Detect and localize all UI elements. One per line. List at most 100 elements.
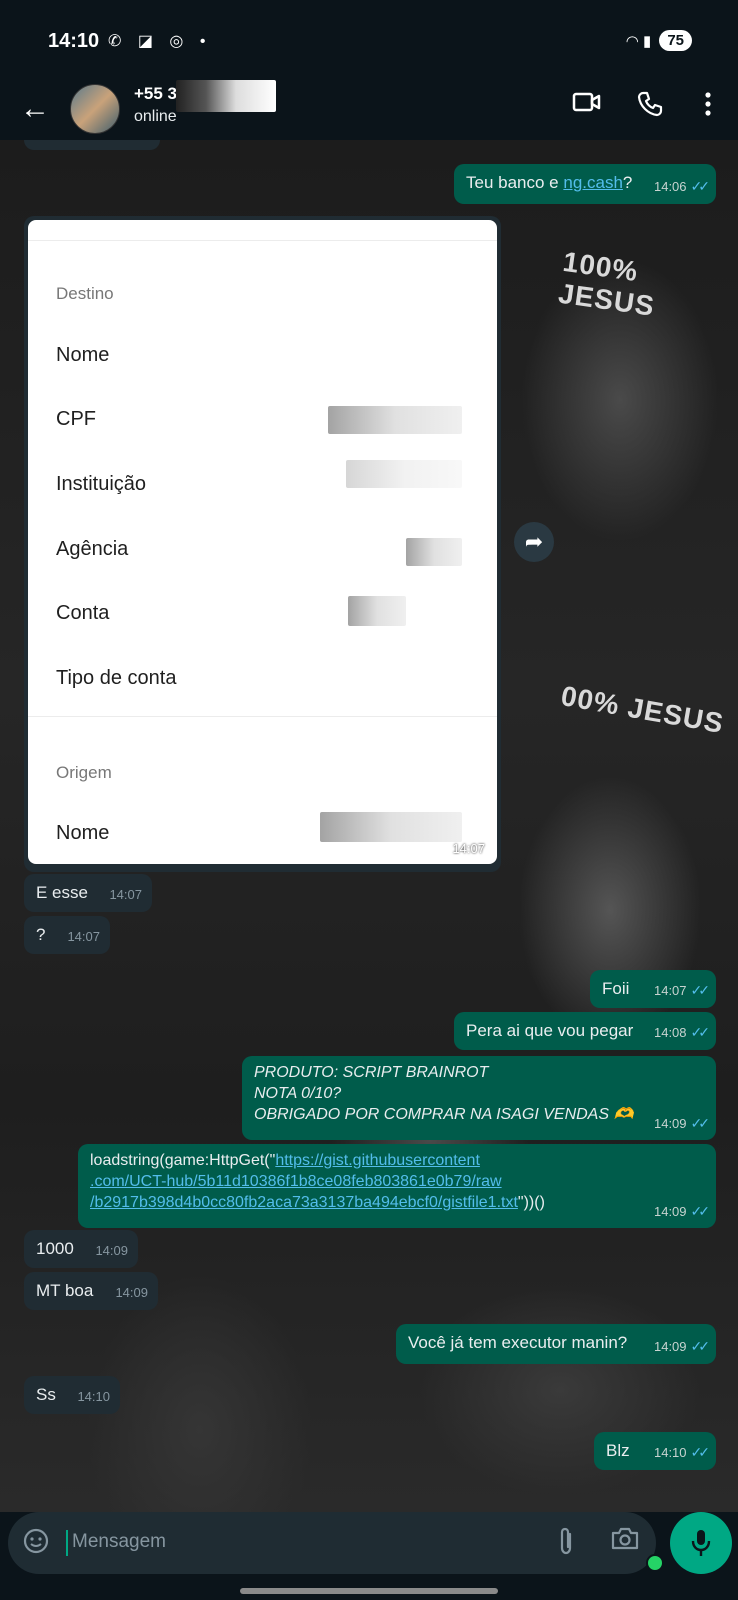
read-ticks-icon: ✓✓	[690, 1338, 711, 1354]
message-text: MT boa	[36, 1281, 94, 1300]
message-bubble-incoming[interactable]: ? 14:07	[24, 916, 110, 954]
message-meta: 14:09 ✓✓	[653, 1335, 711, 1358]
redacted-value	[346, 460, 462, 488]
contact-status: online	[134, 108, 177, 125]
message-text: "))()	[517, 1194, 545, 1211]
message-meta: 14:07 ✓✓	[653, 979, 711, 1002]
status-time: 14:10	[48, 30, 100, 52]
message-meta: 14:09 ✓✓	[653, 1201, 711, 1222]
message-bubble-incoming[interactable]: MT boa 14:09	[24, 1272, 158, 1310]
message-meta: 14:10 ✓✓	[653, 1441, 711, 1464]
wallpaper-decoration: 00% JESUS	[558, 679, 727, 740]
message-link[interactable]: ng.cash	[563, 173, 623, 192]
message-time: 14:10	[653, 1445, 687, 1460]
divider	[28, 240, 497, 241]
message-time: 14:07	[109, 887, 142, 902]
message-bubble-incoming[interactable]: Ss 14:10	[24, 1376, 120, 1414]
message-link[interactable]: /b2917b398d4b0cc80fb2aca73a3137ba494ebcf…	[90, 1194, 518, 1211]
message-time: 14:06	[653, 179, 687, 194]
message-text: Você já tem executor manin?	[408, 1333, 628, 1352]
message-input-bar: Mensagem	[8, 1512, 656, 1574]
chat-header: ← +55 3 online	[0, 80, 738, 140]
message-time: 14:09	[115, 1285, 148, 1300]
message-bubble-outgoing[interactable]: Blz 14:10 ✓✓	[594, 1432, 716, 1470]
message-text: ?	[36, 925, 46, 944]
contact-name[interactable]: +55 3	[134, 84, 177, 104]
status-bar: 14:10 ✆ ◪ ◎ • ◠ ▮ 75	[0, 0, 738, 84]
read-ticks-icon: ✓✓	[690, 1203, 711, 1219]
battery-level: 75	[659, 30, 692, 51]
redacted-value	[348, 596, 406, 626]
message-time: 14:09	[653, 1116, 687, 1131]
row-tipo-conta: Tipo de conta	[56, 667, 177, 689]
message-link[interactable]: https://gist.githubusercontent	[275, 1152, 480, 1169]
avatar[interactable]	[70, 84, 120, 134]
status-dot	[646, 1554, 664, 1572]
message-bubble-outgoing[interactable]: Foii 14:07 ✓✓	[590, 970, 716, 1008]
redacted-value	[328, 406, 462, 434]
chat-area[interactable]: 100% JESUS 00% JESUS Teu banco e ng.cash…	[0, 140, 738, 1512]
message-text: ?	[622, 173, 633, 192]
message-bubble-partial[interactable]	[24, 140, 160, 150]
section-origem: Origem	[56, 763, 112, 782]
message-link[interactable]: .com/UCT-hub/5b11d10386f1b8ce08feb803861…	[90, 1173, 502, 1190]
message-text: E esse	[36, 883, 88, 902]
message-text: loadstring(game:HttpGet("	[90, 1152, 276, 1169]
image-message[interactable]: Destino Nome CPF Instituição Agência Con…	[24, 216, 501, 872]
sticker-icon[interactable]	[22, 1527, 50, 1562]
message-line: NOTA 0/10?	[254, 1085, 342, 1102]
row-cpf: CPF	[56, 408, 96, 430]
phone-icon[interactable]	[636, 90, 664, 125]
message-time: 14:09	[653, 1339, 687, 1354]
message-time: 14:09	[95, 1243, 128, 1258]
notification-icons: ✆ ◪ ◎ •	[108, 33, 212, 50]
read-ticks-icon: ✓✓	[690, 178, 711, 194]
message-text: Blz	[606, 1441, 630, 1460]
more-options-icon[interactable]	[702, 90, 714, 125]
message-text: Pera ai que vou pegar	[466, 1021, 634, 1040]
row-nome-origem: Nome	[56, 822, 110, 844]
read-ticks-icon: ✓✓	[690, 1444, 711, 1460]
read-ticks-icon: ✓✓	[690, 982, 711, 998]
redacted-number	[176, 80, 276, 112]
message-bubble-outgoing[interactable]: loadstring(game:HttpGet("https://gist.gi…	[78, 1144, 716, 1228]
redacted-value	[320, 812, 462, 842]
attach-icon[interactable]	[556, 1526, 576, 1563]
read-ticks-icon: ✓✓	[690, 1024, 711, 1040]
message-bubble-incoming[interactable]: E esse 14:07	[24, 874, 152, 912]
message-bubble-incoming[interactable]: 1000 14:09	[24, 1230, 138, 1268]
camera-icon[interactable]	[610, 1525, 640, 1558]
message-time: 14:08	[653, 1025, 687, 1040]
message-line: PRODUTO: SCRIPT BRAINROT	[254, 1064, 489, 1081]
message-input[interactable]: Mensagem	[72, 1531, 166, 1553]
row-agencia: Agência	[56, 538, 129, 560]
divider	[28, 716, 497, 717]
row-nome: Nome	[56, 344, 110, 366]
back-arrow-icon[interactable]: ←	[20, 92, 50, 126]
row-instituicao: Instituição	[56, 473, 147, 495]
status-right: ◠ ▮ 75	[626, 30, 692, 51]
message-meta: 14:08 ✓✓	[653, 1021, 711, 1044]
message-time: 14:09	[653, 1204, 687, 1219]
message-bubble-outgoing[interactable]: Você já tem executor manin? 14:09 ✓✓	[396, 1324, 716, 1364]
message-time: 14:10	[77, 1389, 110, 1404]
navigation-handle[interactable]	[240, 1588, 498, 1594]
message-bubble-outgoing[interactable]: PRODUTO: SCRIPT BRAINROT NOTA 0/10? OBRI…	[242, 1056, 716, 1140]
read-ticks-icon: ✓✓	[690, 1115, 711, 1131]
redacted-value	[406, 538, 462, 566]
screenshot-image: Destino Nome CPF Instituição Agência Con…	[28, 220, 497, 864]
message-bubble-outgoing[interactable]: Pera ai que vou pegar 14:08 ✓✓	[454, 1012, 716, 1050]
message-time: 14:07	[67, 929, 100, 944]
wifi-signal-icon: ◠ ▮	[625, 32, 652, 50]
text-caret	[66, 1530, 68, 1556]
row-conta: Conta	[56, 602, 110, 624]
video-call-icon[interactable]	[572, 90, 602, 121]
mic-icon[interactable]	[670, 1512, 732, 1574]
message-text: Ss	[36, 1385, 56, 1404]
message-time: 14:07	[452, 841, 485, 856]
message-text: Foii	[602, 979, 630, 998]
message-time: 14:07	[653, 983, 687, 998]
message-meta: 14:06 ✓✓	[653, 175, 711, 198]
forward-icon[interactable]: ➦	[514, 522, 554, 562]
message-bubble-outgoing[interactable]: Teu banco e ng.cash? 14:06 ✓✓	[454, 164, 716, 204]
